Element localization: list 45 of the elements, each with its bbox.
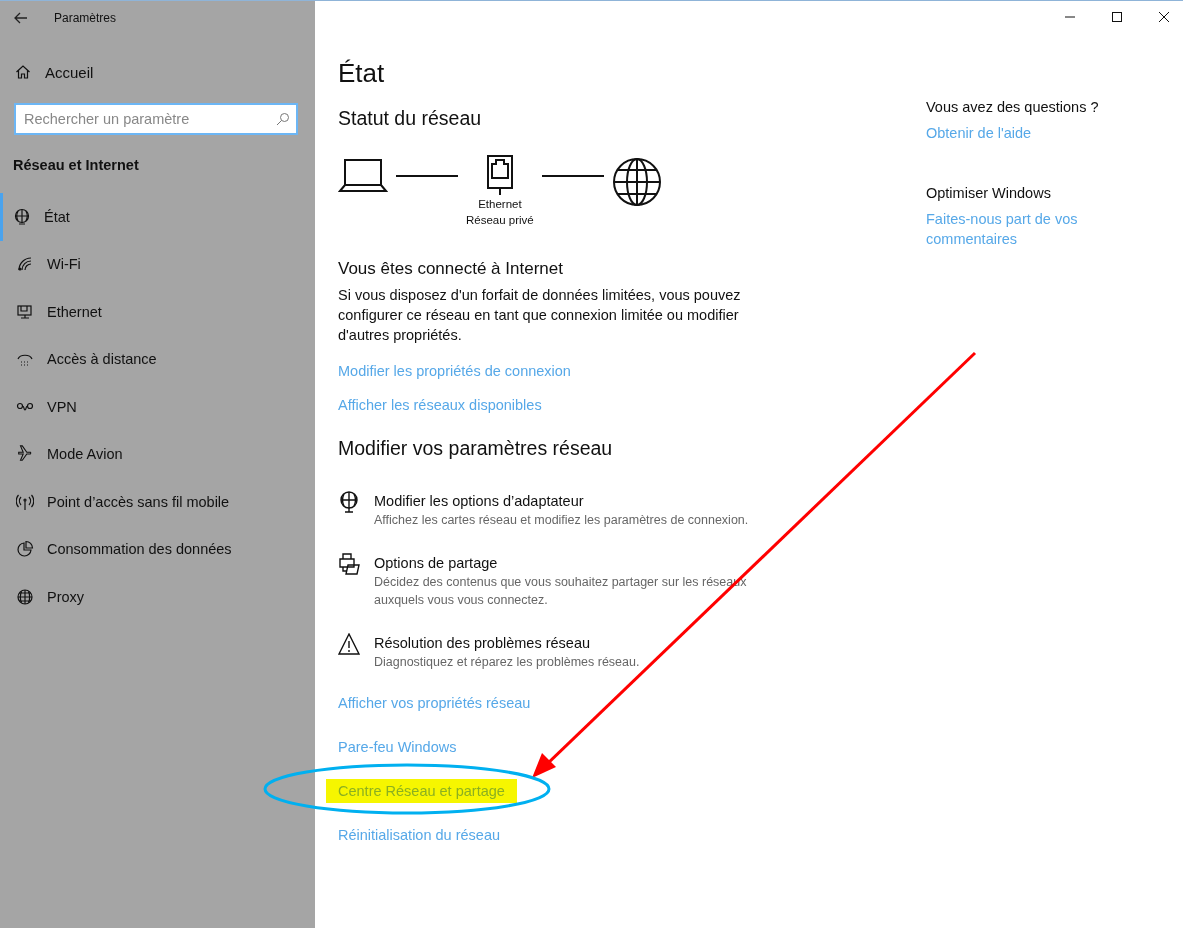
home-icon bbox=[15, 64, 31, 80]
option-title[interactable]: Options de partage bbox=[374, 553, 794, 573]
section-heading: Réseau et Internet bbox=[12, 156, 140, 173]
sidebar-item[interactable]: Proxy bbox=[0, 573, 315, 621]
globe-monitor-icon bbox=[338, 491, 360, 513]
close-icon[interactable] bbox=[1158, 11, 1170, 23]
adapter-label: Ethernet bbox=[478, 197, 522, 212]
option-description: Diagnostiquez et réparez les problèmes réseau. bbox=[374, 654, 641, 671]
status-description: Si vous disposez d'un forfait de données limitées, vous pouvez configurer ce réseau en tant que connexion limitée ou modifier d'autres propriétés. bbox=[338, 286, 742, 345]
sidebar-item[interactable]: Point d’accès sans fil mobile bbox=[0, 478, 315, 526]
maximize-icon[interactable] bbox=[1111, 11, 1123, 23]
warning-icon bbox=[338, 633, 360, 655]
printer-folder-icon bbox=[338, 553, 360, 575]
sidebar-item[interactable]: Wi-Fi bbox=[0, 240, 315, 288]
ethernet-port-icon bbox=[485, 154, 514, 196]
laptop-icon bbox=[338, 157, 388, 193]
section-heading: Modifier vos paramètres réseau bbox=[338, 436, 613, 461]
connection-line bbox=[541, 175, 604, 177]
option-title[interactable]: Résolution des problèmes réseau bbox=[374, 633, 794, 653]
globe-icon bbox=[611, 157, 662, 207]
back-arrow-icon[interactable] bbox=[14, 12, 28, 24]
search-field[interactable]: Rechercher un paramètre bbox=[14, 103, 298, 135]
home-link[interactable]: Accueil bbox=[45, 63, 94, 81]
hotspot-icon bbox=[16, 492, 34, 511]
aside-heading: Optimiser Windows bbox=[926, 185, 1052, 201]
airplane-icon bbox=[16, 445, 34, 464]
monitor-icon bbox=[16, 302, 34, 321]
window-title: Paramètres bbox=[54, 11, 117, 25]
option-description: Affichez les cartes réseau et modifiez les paramètres de connexion. bbox=[374, 512, 750, 529]
sidebar-item[interactable]: Ethernet bbox=[0, 288, 315, 336]
aside-heading: Vous avez des questions ? bbox=[926, 99, 1100, 115]
page-title: État bbox=[338, 57, 385, 89]
pie-chart-icon bbox=[16, 540, 34, 559]
sidebar-item[interactable]: Consommation des données bbox=[0, 525, 315, 573]
globe-monitor-icon bbox=[13, 207, 31, 226]
connection-line bbox=[396, 175, 458, 177]
adapter-label: Réseau privé bbox=[466, 213, 534, 228]
sidebar-item[interactable]: Mode Avion bbox=[0, 430, 315, 478]
status-heading: Vous êtes connecté à Internet bbox=[338, 259, 563, 279]
globe-icon bbox=[16, 587, 34, 606]
section-heading: Statut du réseau bbox=[338, 106, 482, 131]
search-icon bbox=[276, 112, 290, 126]
option-title[interactable]: Modifier les options d’adaptateur bbox=[374, 491, 794, 511]
sidebar-item[interactable]: Accès à distance bbox=[0, 335, 315, 383]
sidebar-item[interactable]: VPN bbox=[0, 383, 315, 431]
